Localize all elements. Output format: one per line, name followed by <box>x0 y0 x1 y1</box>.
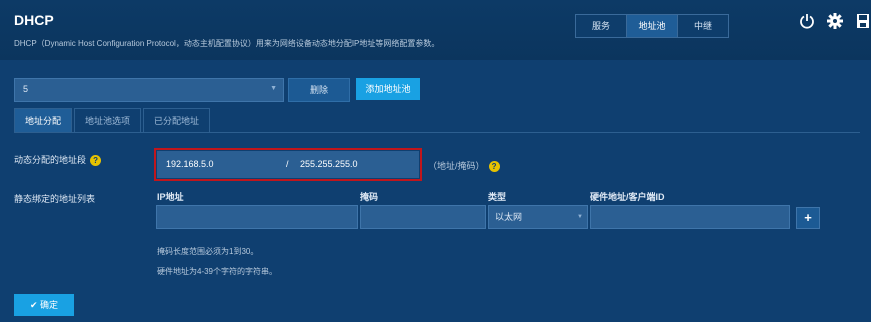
column-header-hw-address: 硬件地址/客户端ID <box>590 192 665 202</box>
power-icon[interactable] <box>798 12 816 30</box>
hw-address-input[interactable] <box>590 205 790 229</box>
column-header-type: 类型 <box>488 192 507 202</box>
header-bar: DHCP DHCP（Dynamic Host Configuration Pro… <box>0 0 871 60</box>
add-static-binding-button[interactable]: + <box>796 207 820 229</box>
pool-select[interactable]: 5 ▼ <box>14 78 284 102</box>
tab-service[interactable]: 服务 <box>576 15 627 37</box>
chevron-down-icon: ▼ <box>577 214 583 220</box>
page-description: DHCP（Dynamic Host Configuration Protocol… <box>14 39 440 48</box>
save-icon[interactable] <box>854 12 871 30</box>
address-mask-hint: （地址/掩码） <box>428 161 485 171</box>
dynamic-range-hint: （地址/掩码）? <box>428 159 500 173</box>
mask-length-note: 掩码长度范围必须为1到30。 <box>157 247 259 256</box>
confirm-button[interactable]: ✔ 确定 <box>14 294 74 316</box>
tab-relay[interactable]: 中继 <box>678 15 728 37</box>
dynamic-mask-value: 255.255.255.0 <box>300 159 358 169</box>
static-ip-input[interactable] <box>156 205 358 229</box>
tab-address-pool[interactable]: 地址池 <box>627 15 678 37</box>
chevron-down-icon: ▼ <box>270 85 277 92</box>
help-icon[interactable]: ? <box>488 161 500 173</box>
subtab-divider <box>14 132 860 133</box>
type-select-value: 以太网 <box>495 212 523 222</box>
help-icon[interactable]: ? <box>90 155 102 167</box>
tab-allocated-addresses[interactable]: 已分配地址 <box>143 108 211 133</box>
column-header-ip: IP地址 <box>157 192 184 202</box>
type-select[interactable]: 以太网 ▼ <box>488 205 588 229</box>
static-list-label: 静态绑定的地址列表 <box>14 194 96 204</box>
delete-pool-button[interactable]: 删除 <box>288 78 350 102</box>
header-icons <box>798 12 871 30</box>
column-header-mask: 掩码 <box>360 192 379 202</box>
gear-icon[interactable] <box>826 12 844 30</box>
static-mask-input[interactable] <box>360 205 486 229</box>
tab-address-allocation[interactable]: 地址分配 <box>14 108 73 133</box>
add-pool-button[interactable]: 添加地址池 <box>356 78 420 100</box>
sub-tabs: 地址分配 地址池选项 已分配地址 <box>14 108 212 133</box>
top-tabs: 服务 地址池 中继 <box>575 14 729 38</box>
hw-address-note: 硬件地址为4-39个字符的字符串。 <box>157 267 278 276</box>
ip-mask-separator: / <box>286 159 289 169</box>
dynamic-range-label: 动态分配的地址段 <box>14 155 87 165</box>
dynamic-range-row: 动态分配的地址段? <box>14 153 102 167</box>
pool-select-value: 5 <box>23 84 29 94</box>
tab-pool-options[interactable]: 地址池选项 <box>74 108 142 133</box>
page-title: DHCP <box>14 12 54 28</box>
dynamic-ip-value: 192.168.5.0 <box>166 159 214 169</box>
